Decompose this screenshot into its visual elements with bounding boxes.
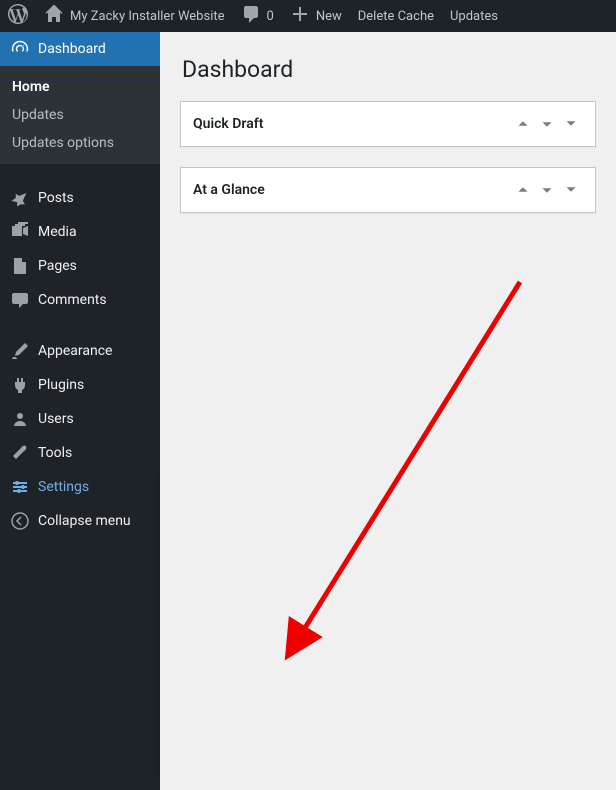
new-label: New [316,9,342,24]
menu-dashboard-label: Dashboard [38,41,106,57]
comments-menu[interactable]: 0 [233,0,282,32]
menu-settings[interactable]: Settings [0,470,160,504]
wp-logo-menu[interactable] [0,0,36,32]
home-icon [44,4,64,28]
new-content-menu[interactable]: New [282,0,350,32]
menu-users[interactable]: Users [0,402,160,436]
menu-media[interactable]: Media [0,215,160,249]
menu-posts-label: Posts [38,190,74,206]
submenu-updates[interactable]: Updates [0,101,160,129]
submenu-home[interactable]: Home [0,73,160,101]
comment-icon [241,4,261,28]
menu-comments-label: Comments [38,292,107,308]
comments-count: 0 [267,9,274,24]
menu-media-label: Media [38,224,77,240]
menu-pages[interactable]: Pages [0,249,160,283]
delete-cache-link[interactable]: Delete Cache [350,0,442,32]
widget-header[interactable]: Quick Draft [181,102,595,146]
brush-icon [10,341,30,361]
main-content: Dashboard Quick Draft At a Glance [160,32,616,790]
page-icon [10,256,30,276]
wordpress-logo-icon [8,4,28,28]
menu-posts[interactable]: Posts [0,181,160,215]
submenu-updates-options[interactable]: Updates options [0,129,160,157]
menu-plugins[interactable]: Plugins [0,368,160,402]
move-down-icon[interactable] [535,178,559,202]
collapse-menu[interactable]: Collapse menu [0,504,160,538]
menu-dashboard[interactable]: Dashboard [0,32,160,66]
move-up-icon[interactable] [511,178,535,202]
plugin-icon [10,375,30,395]
collapse-icon [10,511,30,531]
site-name-label: My Zacky Installer Website [70,9,225,24]
toggle-icon[interactable] [559,112,583,136]
comments-icon [10,290,30,310]
pin-icon [10,188,30,208]
move-down-icon[interactable] [535,112,559,136]
dashboard-widget: Quick Draft [180,101,596,147]
dashboard-submenu: Home Updates Updates options [0,66,160,164]
page-title: Dashboard [182,56,596,83]
widget-title: At a Glance [193,182,511,198]
collapse-label: Collapse menu [38,513,131,529]
menu-tools-label: Tools [38,445,72,461]
widget-title: Quick Draft [193,116,511,132]
toggle-icon[interactable] [559,178,583,202]
plus-icon [290,4,310,28]
move-up-icon[interactable] [511,112,535,136]
sliders-icon [10,477,30,497]
menu-appearance[interactable]: Appearance [0,334,160,368]
admin-sidebar: Dashboard Home Updates Updates options P… [0,32,160,790]
dashboard-widget: At a Glance [180,167,596,213]
media-icon [10,222,30,242]
dashboard-icon [10,39,30,59]
menu-appearance-label: Appearance [38,343,112,359]
site-name-menu[interactable]: My Zacky Installer Website [36,0,233,32]
wrench-icon [10,443,30,463]
menu-users-label: Users [38,411,74,427]
menu-settings-label: Settings [38,479,89,495]
widget-header[interactable]: At a Glance [181,168,595,212]
menu-plugins-label: Plugins [38,377,84,393]
users-icon [10,409,30,429]
admin-toolbar: My Zacky Installer Website 0 New Delete … [0,0,616,32]
menu-pages-label: Pages [38,258,77,274]
menu-comments[interactable]: Comments [0,283,160,317]
menu-tools[interactable]: Tools [0,436,160,470]
updates-link[interactable]: Updates [442,0,506,32]
